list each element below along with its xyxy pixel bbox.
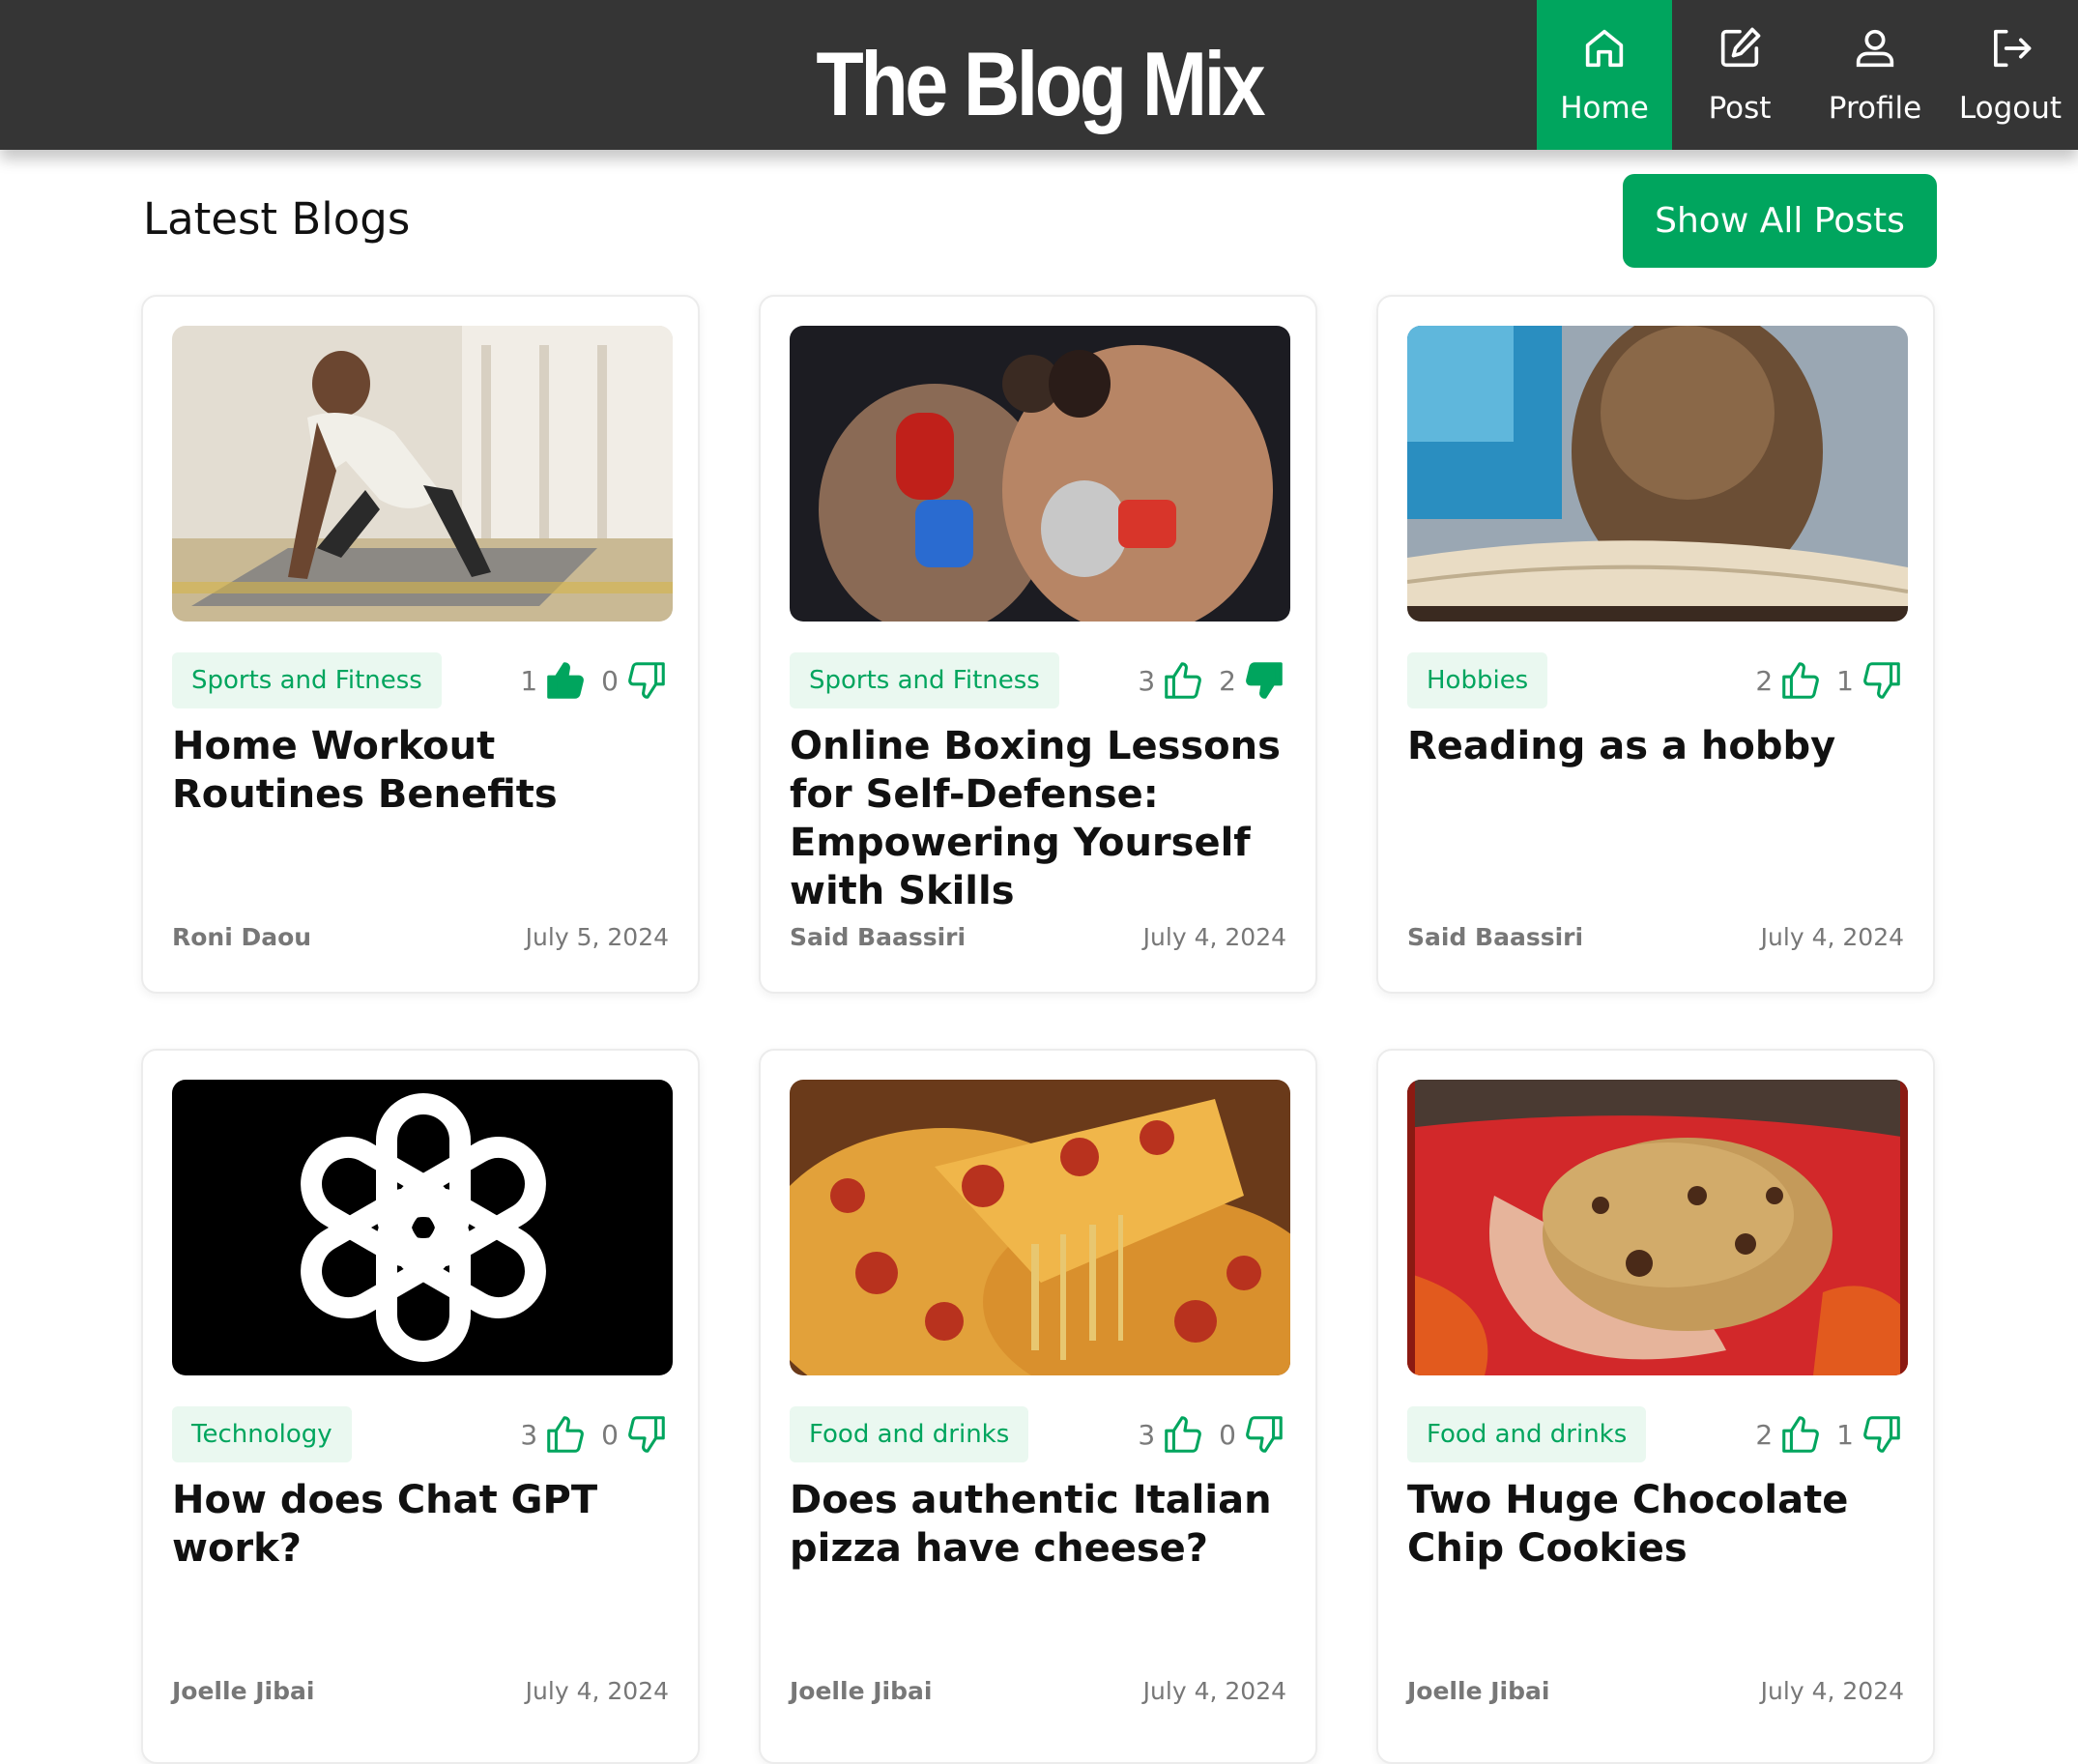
main-nav: Home Post Profile Logout bbox=[1537, 0, 2078, 150]
top-navbar: The Blog Mix Home Post Profile Logout bbox=[0, 0, 2078, 150]
blog-image-pizza[interactable] bbox=[790, 1080, 1290, 1375]
vote-controls: 3 0 bbox=[1130, 1410, 1286, 1459]
vote-controls: 2 1 bbox=[1747, 1410, 1904, 1459]
thumbs-down-icon[interactable] bbox=[1242, 1412, 1286, 1457]
post-title[interactable]: Does authentic Italian pizza have cheese… bbox=[790, 1476, 1300, 1573]
nav-profile[interactable]: Profile bbox=[1807, 0, 1943, 150]
blog-card[interactable]: Food and drinks 3 0 Does authentic Itali… bbox=[759, 1049, 1317, 1764]
thumbs-down-icon[interactable] bbox=[1860, 1412, 1904, 1457]
thumbs-up-icon[interactable] bbox=[1161, 1412, 1205, 1457]
category-tag[interactable]: Sports and Fitness bbox=[790, 652, 1059, 708]
like-count: 2 bbox=[1755, 1418, 1774, 1451]
post-meta: Said Baassiri July 4, 2024 bbox=[1407, 923, 1904, 951]
dislike-count: 0 bbox=[1219, 1418, 1236, 1451]
thumbs-up-icon[interactable] bbox=[1161, 658, 1205, 703]
blog-image-cookies[interactable] bbox=[1407, 1080, 1908, 1375]
post-author: Joelle Jibai bbox=[790, 1677, 933, 1705]
blog-image-workout[interactable] bbox=[172, 326, 673, 622]
post-date: July 4, 2024 bbox=[1142, 1677, 1286, 1705]
post-meta: Joelle Jibai July 4, 2024 bbox=[1407, 1677, 1904, 1705]
post-title[interactable]: How does Chat GPT work? bbox=[172, 1476, 682, 1573]
dislike-count: 0 bbox=[601, 1418, 619, 1451]
post-author: Said Baassiri bbox=[1407, 923, 1584, 951]
category-tag[interactable]: Technology bbox=[172, 1406, 352, 1462]
post-date: July 4, 2024 bbox=[1760, 1677, 1904, 1705]
blog-card[interactable]: Food and drinks 2 1 Two Huge Chocolate C… bbox=[1376, 1049, 1935, 1764]
section-title: Latest Blogs bbox=[143, 193, 411, 245]
blog-card[interactable]: Sports and Fitness 3 2 Online Boxing Les… bbox=[759, 295, 1317, 994]
post-title[interactable]: Online Boxing Lessons for Self-Defense: … bbox=[790, 722, 1300, 915]
vote-controls: 3 2 bbox=[1130, 656, 1286, 705]
post-meta: Roni Daou July 5, 2024 bbox=[172, 923, 669, 951]
blog-image-chatgpt[interactable] bbox=[172, 1080, 673, 1375]
dislike-count: 0 bbox=[601, 664, 619, 697]
post-meta: Said Baassiri July 4, 2024 bbox=[790, 923, 1286, 951]
post-date: July 4, 2024 bbox=[1760, 923, 1904, 951]
post-date: July 4, 2024 bbox=[525, 1677, 669, 1705]
thumbs-down-icon[interactable] bbox=[1860, 658, 1904, 703]
blog-card[interactable]: Hobbies 2 1 Reading as a hobby Said Baas… bbox=[1376, 295, 1935, 994]
vote-controls: 1 0 bbox=[512, 656, 669, 705]
category-tag[interactable]: Hobbies bbox=[1407, 652, 1548, 708]
like-count: 1 bbox=[520, 664, 538, 697]
home-icon bbox=[1585, 29, 1624, 68]
thumbs-down-icon[interactable] bbox=[624, 658, 669, 703]
blog-card[interactable]: Technology 3 0 How does Chat GPT work? J… bbox=[141, 1049, 700, 1764]
nav-home-label: Home bbox=[1560, 91, 1649, 126]
post-date: July 4, 2024 bbox=[1142, 923, 1286, 951]
blog-image-reading[interactable] bbox=[1407, 326, 1908, 622]
vote-controls: 3 0 bbox=[512, 1410, 669, 1459]
vote-controls: 2 1 bbox=[1747, 656, 1904, 705]
post-title[interactable]: Reading as a hobby bbox=[1407, 722, 1918, 770]
post-author: Joelle Jibai bbox=[172, 1677, 315, 1705]
nav-post-label: Post bbox=[1708, 91, 1772, 126]
post-title[interactable]: Two Huge Chocolate Chip Cookies bbox=[1407, 1476, 1918, 1573]
nav-home[interactable]: Home bbox=[1537, 0, 1672, 150]
like-count: 3 bbox=[520, 1418, 538, 1451]
nav-logout-label: Logout bbox=[1958, 91, 2063, 126]
category-tag[interactable]: Food and drinks bbox=[1407, 1406, 1647, 1462]
like-count: 3 bbox=[1138, 664, 1156, 697]
thumbs-up-icon[interactable] bbox=[543, 658, 588, 703]
category-tag[interactable]: Sports and Fitness bbox=[172, 652, 442, 708]
post-author: Roni Daou bbox=[172, 923, 312, 951]
post-title[interactable]: Home Workout Routines Benefits bbox=[172, 722, 682, 819]
thumbs-down-icon[interactable] bbox=[624, 1412, 669, 1457]
dislike-count: 1 bbox=[1836, 664, 1854, 697]
category-tag[interactable]: Food and drinks bbox=[790, 1406, 1029, 1462]
edit-icon bbox=[1720, 27, 1761, 68]
post-meta: Joelle Jibai July 4, 2024 bbox=[172, 1677, 669, 1705]
post-author: Joelle Jibai bbox=[1407, 1677, 1550, 1705]
logout-icon bbox=[1993, 29, 2032, 68]
post-meta: Joelle Jibai July 4, 2024 bbox=[790, 1677, 1286, 1705]
thumbs-down-icon[interactable] bbox=[1242, 658, 1286, 703]
dislike-count: 2 bbox=[1219, 664, 1236, 697]
dislike-count: 1 bbox=[1836, 1418, 1854, 1451]
blog-card[interactable]: Sports and Fitness 1 0 Home Workout Rout… bbox=[141, 295, 700, 994]
like-count: 3 bbox=[1138, 1418, 1156, 1451]
show-all-posts-button[interactable]: Show All Posts bbox=[1623, 174, 1937, 268]
thumbs-up-icon[interactable] bbox=[1778, 658, 1823, 703]
thumbs-up-icon[interactable] bbox=[543, 1412, 588, 1457]
nav-profile-label: Profile bbox=[1828, 91, 1922, 126]
post-date: July 5, 2024 bbox=[525, 923, 669, 951]
user-icon bbox=[1856, 29, 1894, 68]
nav-logout[interactable]: Logout bbox=[1943, 0, 2078, 150]
blog-image-boxing[interactable] bbox=[790, 326, 1290, 622]
thumbs-up-icon[interactable] bbox=[1778, 1412, 1823, 1457]
post-author: Said Baassiri bbox=[790, 923, 967, 951]
like-count: 2 bbox=[1755, 664, 1774, 697]
nav-post[interactable]: Post bbox=[1672, 0, 1807, 150]
